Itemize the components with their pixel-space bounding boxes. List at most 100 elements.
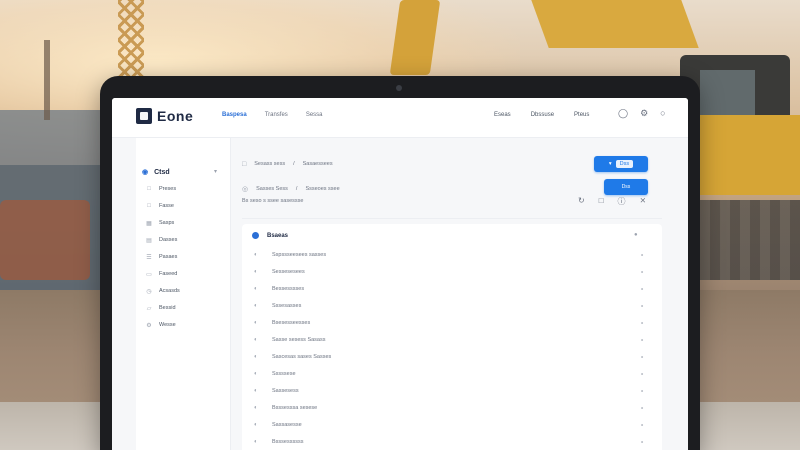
- item-icon: ◐: [254, 405, 258, 411]
- item-icon: ◐: [254, 439, 258, 445]
- item-icon: ◐: [254, 286, 258, 292]
- list-header-menu-icon[interactable]: ●: [634, 232, 638, 238]
- sidebar-item-label: Acsasds: [159, 288, 180, 294]
- logo-text: Eone: [157, 108, 194, 124]
- row-menu-icon[interactable]: ∘: [640, 286, 644, 293]
- info-icon[interactable]: ⓘ: [618, 196, 626, 207]
- list-item[interactable]: ◐ Sascesas sases Sasses ∘: [254, 351, 654, 363]
- file-list: Bsaeas ● ◐ Sspssseesees sasses ∘ ◐ Sesse…: [242, 224, 662, 450]
- laptop-screen: Eone Baspesa Transfes Sessa Eseas Dbssus…: [112, 98, 688, 450]
- secondary-action-button[interactable]: Dss: [604, 179, 648, 195]
- list-item[interactable]: ◐ Sassesess ∘: [254, 385, 654, 397]
- sidebar-header[interactable]: ◉ Ctsd: [142, 168, 170, 177]
- crane-mast-shape: [118, 0, 144, 80]
- close-icon[interactable]: ⨯: [640, 196, 647, 207]
- sidebar-item-2[interactable]: □ Fasse: [146, 201, 174, 211]
- row-menu-icon[interactable]: ∘: [640, 422, 644, 429]
- path-row-2-text-a[interactable]: Sasses Sess: [256, 186, 288, 192]
- sidebar-header-label: Ctsd: [154, 168, 170, 176]
- list-item-label: Bsssesssa sesese: [272, 405, 318, 411]
- path-row-1-text-a[interactable]: Sesass sess: [254, 161, 285, 167]
- secondary-action-label: Dss: [621, 184, 631, 190]
- list-header[interactable]: Bsaeas: [252, 232, 288, 239]
- item-icon: ◐: [254, 269, 258, 275]
- row-menu-icon[interactable]: ∘: [640, 252, 644, 259]
- sidebar-item-5[interactable]: ☰ Pasaes: [146, 252, 177, 262]
- list-item-label: Sspssseesees sasses: [272, 252, 327, 258]
- nav-item-primary-1[interactable]: Baspesa: [222, 112, 247, 118]
- doc-icon: ▭: [146, 271, 152, 278]
- machine-shape: [0, 200, 90, 280]
- sidebar-item-label: Pasaes: [159, 254, 178, 260]
- chevron-down-icon[interactable]: ▾: [214, 168, 217, 175]
- row-menu-icon[interactable]: ∘: [640, 388, 644, 395]
- sidebar: ◉ Ctsd ▾ □ Preses □ Fasse ▦ Sasps ▤ Dass…: [136, 138, 231, 450]
- nav-item-primary-3[interactable]: Sessa: [306, 112, 323, 118]
- file-icon: □: [147, 186, 151, 192]
- row-menu-icon[interactable]: ∘: [640, 320, 644, 327]
- path-row-1: □ Sesass sess / Sasaessees: [242, 157, 333, 171]
- list-item[interactable]: ◐ Sssssese ∘: [254, 368, 654, 380]
- list-item-label: Bsesesseesses: [272, 320, 311, 326]
- sidebar-item-7[interactable]: ◷ Acsasds: [146, 286, 180, 296]
- list-item[interactable]: ◐ Sspssseesees sasses ∘: [254, 249, 654, 261]
- item-icon: ◐: [254, 388, 258, 394]
- row-menu-icon[interactable]: ∘: [640, 337, 644, 344]
- globe-icon: [252, 232, 259, 239]
- row-menu-icon[interactable]: ∘: [640, 439, 644, 446]
- excavator-body-shape: [690, 115, 800, 195]
- row-menu-icon[interactable]: ∘: [640, 303, 644, 310]
- top-nav-bar: Eone Baspesa Transfes Sessa Eseas Dbssus…: [112, 98, 688, 138]
- sidebar-item-8[interactable]: ▱ Bessid: [146, 303, 176, 313]
- path-row-1-text-b[interactable]: Sasaessees: [303, 161, 333, 167]
- row-menu-icon[interactable]: ∘: [640, 269, 644, 276]
- refresh-icon[interactable]: ↻: [578, 196, 585, 207]
- sidebar-item-4[interactable]: ▤ Dasses: [146, 235, 177, 245]
- list-item-label: Sassesess: [272, 388, 299, 394]
- sidebar-item-6[interactable]: ▭ Faseed: [146, 269, 177, 279]
- user-icon[interactable]: ○: [660, 108, 665, 119]
- primary-action-button[interactable]: ▾ Dss: [594, 156, 648, 172]
- list-icon: ☰: [146, 254, 152, 261]
- sidebar-item-3[interactable]: ▦ Sasps: [146, 218, 174, 228]
- list-item[interactable]: ◐ Sasse sesess Sasass ∘: [254, 334, 654, 346]
- list-item[interactable]: ◐ Sssesasses ∘: [254, 300, 654, 312]
- nav-item-secondary-1[interactable]: Eseas: [494, 112, 511, 118]
- slash-separator: /: [295, 186, 298, 192]
- gear-icon: ⚙: [146, 322, 152, 329]
- slash-separator: /: [293, 161, 295, 167]
- list-item[interactable]: ◐ Bessesssses ∘: [254, 283, 654, 295]
- item-icon: ◐: [254, 371, 258, 377]
- row-menu-icon[interactable]: ∘: [640, 371, 644, 378]
- list-item[interactable]: ◐ Bsesesseesses ∘: [254, 317, 654, 329]
- sidebar-item-9[interactable]: ⚙ Wesse: [146, 320, 175, 330]
- list-item[interactable]: ◐ Bsssessssss ∘: [254, 436, 654, 448]
- item-icon: ◐: [254, 320, 258, 326]
- list-item[interactable]: ◐ Bsssesssa sesese ∘: [254, 402, 654, 414]
- excavator-tread-shape: [690, 200, 800, 280]
- webcam: [396, 85, 402, 91]
- path-row-2-text-b[interactable]: Ssseoes ssee: [305, 186, 339, 192]
- path-row-2: ◎ Sasses Sess / Ssseoes ssee: [242, 182, 340, 196]
- nav-item-primary-2[interactable]: Transfes: [265, 112, 288, 118]
- sidebar-item-label: Faseed: [159, 271, 178, 277]
- list-item[interactable]: ◐ Sessesesees ∘: [254, 266, 654, 278]
- list-item[interactable]: ◐ Sassasesse ∘: [254, 419, 654, 431]
- list-item-label: Sssssese: [272, 371, 296, 377]
- row-menu-icon[interactable]: ∘: [640, 405, 644, 412]
- app-logo[interactable]: Eone: [136, 108, 193, 124]
- settings-icon[interactable]: ⚙: [640, 108, 648, 119]
- item-icon: ◐: [254, 303, 258, 309]
- toolbar-icons: ↻ □ ⓘ ⨯: [578, 196, 646, 207]
- help-icon[interactable]: ◯: [618, 108, 628, 119]
- excavator-boom-shape: [531, 0, 699, 48]
- clock-icon: ◷: [146, 288, 152, 295]
- filter-row[interactable]: Bs seso s ssee sasessse: [242, 198, 303, 204]
- nav-item-secondary-2[interactable]: Dbssuse: [531, 112, 554, 118]
- sidebar-item-label: Bessid: [159, 305, 176, 311]
- folder-icon[interactable]: □: [599, 196, 604, 207]
- nav-item-secondary-3[interactable]: Pteus: [574, 112, 589, 118]
- row-menu-icon[interactable]: ∘: [640, 354, 644, 361]
- top-icon-group: ◯ ⚙ ○: [618, 108, 666, 119]
- sidebar-item-1[interactable]: □ Preses: [146, 184, 176, 194]
